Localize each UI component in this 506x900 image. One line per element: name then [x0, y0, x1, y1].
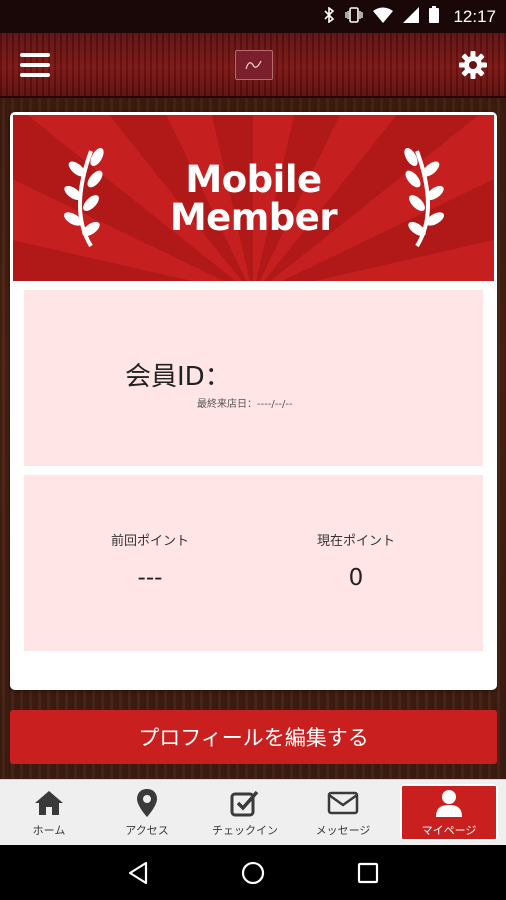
tab-mypage-label: マイページ [421, 823, 477, 837]
mobile-member-banner: Mobile Member [13, 115, 494, 281]
status-time: 12:17 [453, 6, 496, 26]
previous-points-label: 前回ポイント [110, 534, 189, 549]
member-id-label: 会員ID： [125, 362, 231, 392]
current-points-value: 0 [348, 565, 364, 591]
cellular-icon [403, 6, 420, 27]
gear-icon[interactable] [458, 50, 488, 80]
person-icon [433, 788, 465, 818]
status-bar: 12:17 [0, 0, 506, 33]
envelope-icon [327, 788, 359, 818]
tab-home[interactable]: ホーム [0, 780, 98, 845]
home-circle-icon[interactable] [238, 858, 268, 888]
android-nav-bar [0, 845, 506, 900]
edit-profile-button[interactable]: プロフィールを編集する [10, 710, 497, 764]
tab-checkin[interactable]: チェックイン [196, 780, 294, 845]
tab-mypage[interactable]: マイページ [400, 784, 498, 841]
tab-home-label: ホーム [32, 823, 66, 837]
previous-points-value: --- [137, 565, 163, 591]
banner-title-line2: Member [169, 196, 338, 239]
recents-icon[interactable] [353, 858, 383, 888]
shop-logo[interactable] [235, 50, 273, 80]
tab-access[interactable]: アクセス [98, 780, 196, 845]
member-card: Mobile Member 会員ID： 最終来店日：----/--/-- 前回ポ… [10, 112, 497, 690]
hamburger-menu-icon[interactable] [20, 53, 50, 77]
current-points: 現在ポイント 0 [276, 530, 436, 591]
current-points-label: 現在ポイント [316, 534, 395, 549]
bluetooth-icon [323, 5, 335, 27]
banner-title: Mobile Member [13, 161, 494, 237]
last-visit-date: 最終来店日：----/--/-- [197, 399, 293, 410]
tab-message-label: メッセージ [315, 823, 371, 837]
home-icon [33, 788, 65, 818]
checkbox-icon [229, 788, 261, 818]
bottom-tab-bar: ホーム アクセス チェックイン メッセージ マイページ [0, 779, 506, 845]
banner-title-line1: Mobile [185, 158, 322, 201]
tab-message[interactable]: メッセージ [294, 780, 392, 845]
back-icon[interactable] [123, 858, 153, 888]
tab-checkin-label: チェックイン [212, 823, 278, 837]
wifi-icon [373, 7, 394, 27]
battery-icon [429, 6, 440, 27]
vibrate-icon [345, 6, 364, 27]
previous-points: 前回ポイント --- [70, 530, 230, 591]
member-id-panel: 会員ID： 最終来店日：----/--/-- [24, 290, 483, 466]
app-header [0, 33, 506, 98]
map-pin-icon [131, 788, 163, 818]
points-panel: 前回ポイント --- 現在ポイント 0 [24, 475, 483, 651]
tab-access-label: アクセス [125, 823, 169, 837]
